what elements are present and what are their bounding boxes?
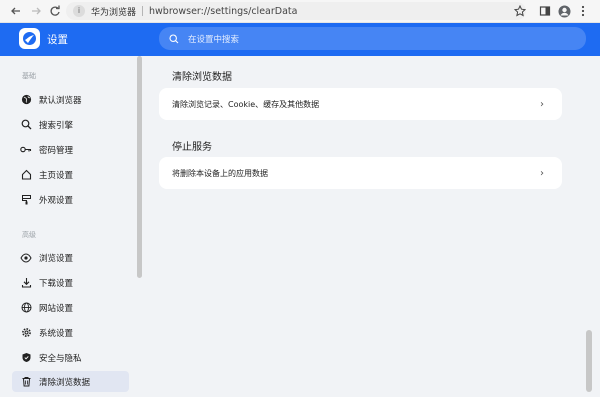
delete-app-data-row[interactable]: 将删除本设备上的应用数据 › — [159, 157, 562, 189]
sidebar-item-appearance[interactable]: 外观设置 — [12, 189, 129, 210]
sidebar-item-default-browser[interactable]: 默认浏览器 — [12, 89, 129, 110]
chevron-right-icon: › — [540, 98, 544, 110]
home-icon — [20, 169, 32, 181]
sidebar-item-label: 清除浏览数据 — [39, 377, 91, 388]
site-name: 华为浏览器 — [91, 7, 137, 18]
address-bar[interactable]: i 华为浏览器 hwbrowser://settings/clearData — [66, 2, 526, 20]
main-scrollbar[interactable] — [586, 330, 592, 392]
sidebar-scrollbar[interactable] — [137, 56, 142, 278]
clear-browsing-data-label: 清除浏览记录、Cookie、缓存及其他数据 — [172, 99, 320, 109]
more-menu-icon[interactable] — [575, 3, 591, 19]
download-icon — [20, 277, 32, 289]
back-arrow-icon[interactable] — [8, 3, 24, 19]
settings-main: 清除浏览数据 清除浏览记录、Cookie、缓存及其他数据 › 停止服务 将删除本… — [146, 56, 586, 397]
browser-logo-icon — [19, 28, 40, 49]
clear-browsing-data-row[interactable]: 清除浏览记录、Cookie、缓存及其他数据 › — [159, 88, 562, 120]
sidebar-item-search-engine[interactable]: 搜索引擎 — [12, 114, 129, 135]
bookmark-star-icon[interactable] — [512, 3, 528, 19]
sidebar-item-browsing[interactable]: 浏览设置 — [12, 247, 129, 268]
key-icon — [20, 144, 32, 156]
sidebar-item-download[interactable]: 下载设置 — [12, 272, 129, 293]
sidebar-item-label: 搜索引擎 — [39, 120, 74, 131]
web-icon — [20, 302, 32, 314]
sidebar-item-label: 密码管理 — [39, 145, 74, 156]
sidebar-item-clear-data[interactable]: 清除浏览数据 — [12, 371, 129, 392]
sidebar-item-label: 主页设置 — [39, 170, 74, 181]
sidebar-item-label: 外观设置 — [39, 195, 74, 206]
browser-window: i 华为浏览器 hwbrowser://settings/clearData 设… — [0, 0, 600, 397]
sidebar-item-website[interactable]: 网站设置 — [12, 297, 129, 318]
settings-header: 设置 在设置中搜索 — [0, 23, 600, 56]
stop-service-heading: 停止服务 — [172, 142, 212, 153]
chevron-right-icon: › — [540, 167, 544, 179]
settings-search-input[interactable]: 在设置中搜索 — [159, 27, 586, 50]
shield-icon — [20, 352, 32, 364]
section-label-basic: 基础 — [22, 72, 36, 80]
appearance-icon — [20, 194, 32, 206]
sidebar-item-label: 系统设置 — [39, 328, 74, 339]
sidebar-item-system[interactable]: 系统设置 — [12, 322, 129, 343]
site-info-icon[interactable]: i — [73, 5, 85, 17]
trash-icon — [20, 376, 32, 388]
search-placeholder: 在设置中搜索 — [188, 34, 240, 45]
sidebar-item-label: 默认浏览器 — [39, 95, 82, 106]
url-text[interactable]: hwbrowser://settings/clearData — [149, 6, 297, 17]
clear-data-heading: 清除浏览数据 — [172, 72, 232, 83]
browser-toolbar: i 华为浏览器 hwbrowser://settings/clearData — [0, 0, 600, 23]
gear-icon — [20, 327, 32, 339]
sidebar-item-label: 浏览设置 — [39, 253, 74, 264]
settings-sidebar: 基础 默认浏览器 搜索引擎 密码管理 主页设置 外观设置 高级 浏览设置 下载设… — [0, 56, 145, 397]
sidebar-item-password[interactable]: 密码管理 — [12, 139, 129, 160]
profile-avatar-icon[interactable] — [556, 3, 572, 19]
sidebar-item-label: 安全与隐私 — [39, 353, 82, 364]
sidebar-item-security[interactable]: 安全与隐私 — [12, 347, 129, 368]
sidebar-item-homepage[interactable]: 主页设置 — [12, 164, 129, 185]
eye-icon — [20, 252, 32, 264]
search-icon — [20, 119, 32, 131]
sidepanel-icon[interactable] — [537, 3, 553, 19]
sidebar-item-label: 下载设置 — [39, 278, 74, 289]
reload-icon[interactable] — [47, 3, 63, 19]
address-separator — [142, 6, 144, 16]
globe-icon — [20, 94, 32, 106]
section-label-advanced: 高级 — [22, 231, 36, 239]
forward-arrow-icon[interactable] — [28, 3, 44, 19]
page-title: 设置 — [47, 34, 68, 46]
delete-app-data-label: 将删除本设备上的应用数据 — [172, 168, 268, 178]
sidebar-item-label: 网站设置 — [39, 303, 74, 314]
search-icon — [169, 33, 179, 43]
